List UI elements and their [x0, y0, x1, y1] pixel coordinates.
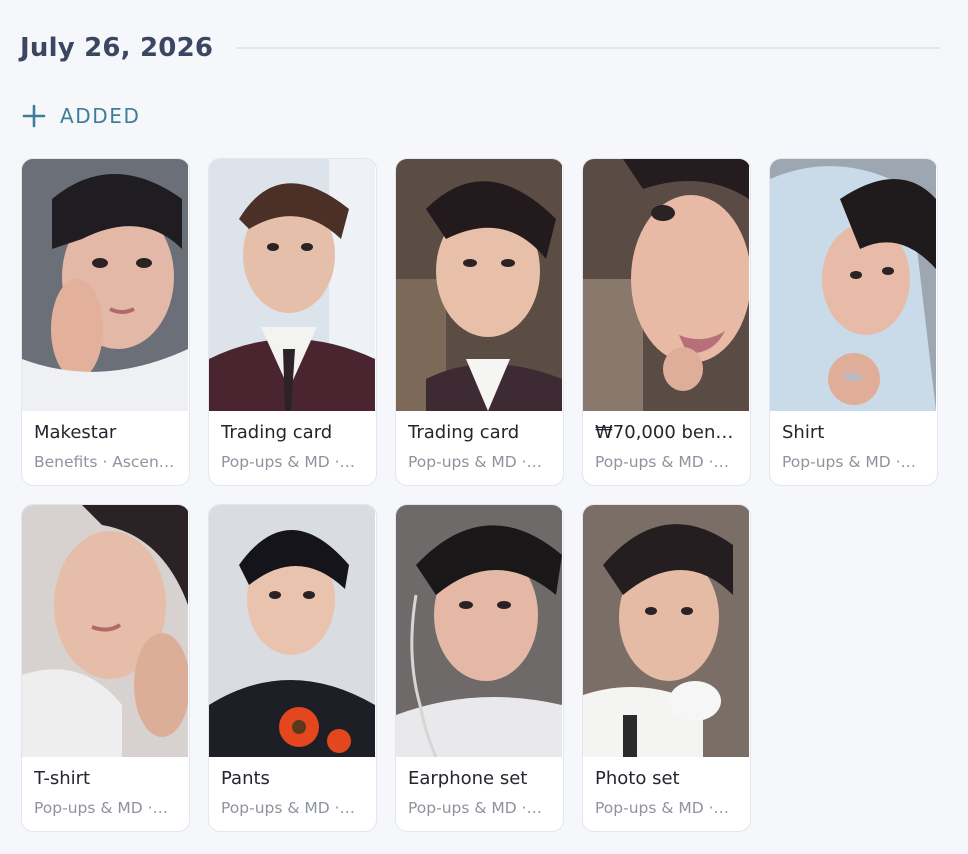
item-card[interactable]: Photo set Pop-ups & MD ·…	[582, 504, 751, 832]
item-name: Shirt	[782, 422, 825, 443]
item-name: Trading card	[408, 422, 520, 443]
item-card[interactable]: Trading card Pop-ups & MD ·…	[208, 158, 377, 486]
item-name: Pants	[221, 768, 270, 789]
item-photo	[396, 159, 562, 411]
item-name: Trading card	[221, 422, 333, 443]
item-photo	[583, 159, 749, 411]
item-card[interactable]: Shirt Pop-ups & MD ·…	[769, 158, 938, 486]
item-meta: Pop-ups & MD ·…	[408, 799, 543, 817]
item-card[interactable]: T-shirt Pop-ups & MD ·…	[21, 504, 190, 832]
item-photo	[209, 505, 375, 757]
divider	[237, 47, 940, 49]
item-name: Photo set	[595, 768, 680, 789]
item-photo	[396, 505, 562, 757]
date-title: July 26, 2026	[20, 33, 214, 63]
item-card[interactable]: ₩70,000 bene… Pop-ups & MD ·…	[582, 158, 751, 486]
added-section-header: ADDED	[20, 100, 141, 132]
item-card[interactable]: Trading card Pop-ups & MD ·…	[395, 158, 564, 486]
item-name: T-shirt	[34, 768, 91, 789]
item-meta: Pop-ups & MD ·…	[782, 453, 917, 471]
item-meta: Pop-ups & MD ·…	[595, 453, 730, 471]
item-card[interactable]: Pants Pop-ups & MD ·…	[208, 504, 377, 832]
item-card[interactable]: Makestar Benefits · Ascen…	[21, 158, 190, 486]
item-photo	[209, 159, 375, 411]
item-photo	[22, 505, 188, 757]
item-photo	[583, 505, 749, 757]
item-name: Makestar	[34, 422, 117, 443]
item-meta: Pop-ups & MD ·…	[221, 453, 356, 471]
item-name: ₩70,000 bene…	[595, 422, 741, 443]
item-name: Earphone set	[408, 768, 528, 789]
date-header: July 26, 2026	[20, 28, 940, 68]
plus-icon	[22, 104, 46, 128]
item-photo	[22, 159, 188, 411]
item-meta: Pop-ups & MD ·…	[595, 799, 730, 817]
item-photo	[770, 159, 936, 411]
item-meta: Pop-ups & MD ·…	[408, 453, 543, 471]
item-meta: Benefits · Ascen…	[34, 453, 175, 471]
item-card[interactable]: Earphone set Pop-ups & MD ·…	[395, 504, 564, 832]
item-meta: Pop-ups & MD ·…	[34, 799, 169, 817]
item-meta: Pop-ups & MD ·…	[221, 799, 356, 817]
added-label: ADDED	[60, 104, 141, 128]
